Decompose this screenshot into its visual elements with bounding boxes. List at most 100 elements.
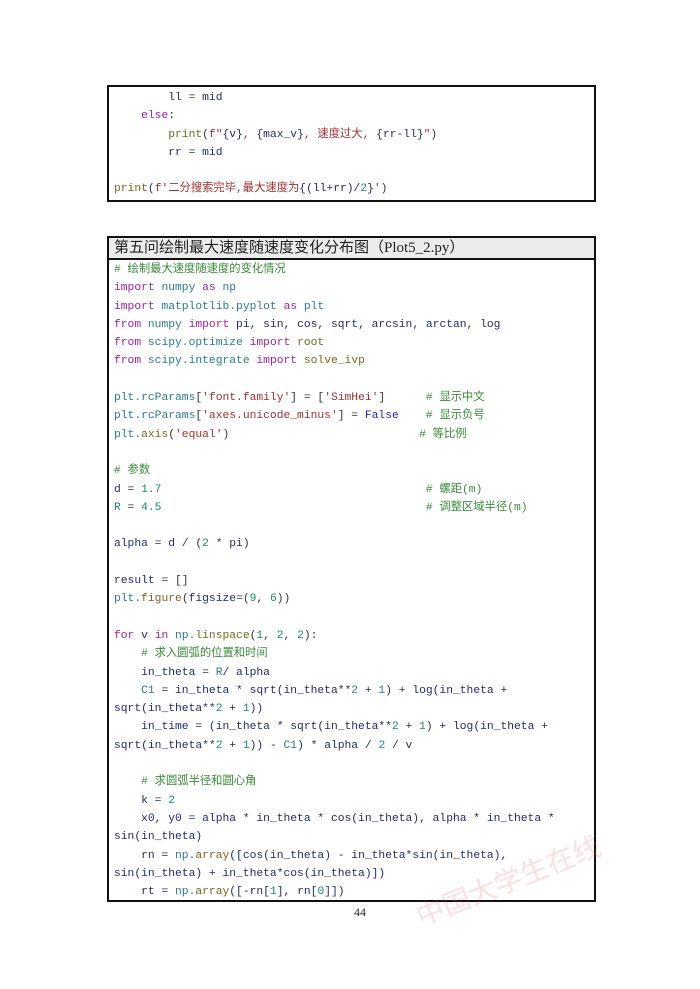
code-line: R = 4.5 # 调整区域半径(m)	[114, 499, 594, 517]
code-token: f'二分搜索完毕,最大速度为	[154, 183, 300, 196]
code-line: # 绘制最大速度随速度的变化情况	[114, 261, 594, 279]
code-line: x0, y0 = alpha * in_theta * cos(in_theta…	[114, 810, 594, 828]
code-token: ) * alpha /	[297, 739, 379, 752]
code-token: rn =	[141, 849, 176, 862]
code-token: )) -	[249, 739, 284, 752]
code-token: sqrt(in_theta**	[114, 739, 216, 752]
code-line: plt.figure(figsize=(9, 6))	[114, 590, 594, 608]
code-token: # 调整区域半径(m)	[425, 501, 528, 514]
code-token: ], rn[	[276, 886, 318, 899]
code-line: # 求入圆弧的位置和时间	[114, 645, 594, 663]
code-token: 6	[269, 593, 277, 606]
code-token: (	[181, 593, 189, 606]
code-token: import	[114, 282, 155, 295]
code-token: sin(in_theta) + in_theta*cos(in_theta)])	[114, 867, 386, 880]
code-token: figure	[141, 593, 182, 606]
code-token: scipy.integrate	[147, 355, 250, 368]
code-token: ] =	[337, 410, 365, 423]
code-token: ,	[263, 629, 277, 642]
code-line: plt.rcParams['font.family'] = ['SimHei']…	[114, 389, 594, 407]
code-token: axis	[141, 428, 169, 441]
code-token: plt.rcParams	[114, 392, 196, 405]
code-token: 2	[168, 794, 176, 807]
code-token: = in_theta * sqrt(in_theta**	[154, 684, 352, 697]
code-line: import matplotlib.pyplot as plt	[114, 298, 594, 316]
code-line: sqrt(in_theta**2 + 1)) - C1) * alpha / 2…	[114, 737, 594, 755]
code-token: mid	[202, 92, 223, 104]
code-token: # 绘制最大速度随速度的变化情况	[114, 264, 286, 276]
code-token: in_time = (in_theta * sqrt(in_theta**	[141, 721, 392, 734]
code-token: R	[114, 501, 121, 514]
code-line: from scipy.optimize import root	[114, 334, 594, 352]
code-token: # 求入圆弧的位置和时间	[141, 648, 268, 661]
code-token: 2	[391, 721, 399, 734]
code-token: print	[168, 128, 203, 141]
code-token: ] = [	[290, 392, 325, 405]
code-token: linspace	[195, 629, 250, 642]
document-page: ll = mid else: print(f"{v}, {max_v}, 速度过…	[0, 0, 700, 989]
code-block-plot5-2: 第五问绘制最大速度随速度变化分布图（Plot5_2.py） # 绘制最大速度随速…	[107, 236, 596, 902]
code-token: from	[114, 355, 142, 368]
code-token: rr	[168, 146, 182, 159]
code-token: rt =	[141, 886, 176, 899]
code-token: v	[134, 629, 155, 642]
code-token: d	[168, 538, 176, 551]
code-token: numpy	[147, 318, 182, 331]
code-token: f"	[208, 128, 223, 141]
code-token: =	[195, 666, 216, 679]
code-listing: # 绘制最大速度随速度的变化情况 import numpy as np import…	[109, 260, 594, 901]
code-line: # 参数	[114, 462, 594, 480]
code-block-title: 第五问绘制最大速度随速度变化分布图（Plot5_2.py）	[109, 238, 594, 260]
code-line: else:	[114, 107, 594, 125]
code-line: sqrt(in_theta**2 + 1))	[114, 700, 594, 718]
code-token: 1	[242, 703, 250, 716]
code-line: plt.axis('equal') # 等比例	[114, 426, 594, 444]
code-line: for v in np.linspace(1, 2, 2):	[114, 627, 594, 645]
code-line: import numpy as np	[114, 279, 594, 297]
code-token: mid	[202, 146, 223, 159]
code-token: 1	[242, 739, 250, 752]
code-token: (	[202, 128, 209, 141]
code-token: (	[147, 183, 155, 196]
code-token: import	[188, 318, 230, 331]
code-token: np.	[175, 849, 196, 862]
code-listing: ll = mid else: print(f"{v}, {max_v}, 速度过…	[109, 87, 594, 199]
code-token: ]	[378, 392, 426, 405]
code-token: )	[430, 128, 438, 141]
code-token: in	[154, 629, 169, 642]
code-token: )	[380, 183, 388, 196]
code-token: for	[114, 629, 135, 642]
code-token: # 显示负号	[425, 410, 485, 423]
code-line: from numpy import pi, sin, cos, sqrt, ar…	[114, 316, 594, 334]
code-token: print	[114, 183, 148, 196]
code-token: ,	[242, 128, 257, 141]
code-token: k =	[141, 794, 169, 807]
code-token: +	[222, 703, 243, 716]
code-line: ll = mid	[114, 89, 594, 107]
code-line: in_theta = R/ alpha	[114, 664, 594, 682]
code-token: {max_v}	[256, 128, 304, 141]
code-token: numpy	[161, 282, 196, 295]
code-token: / alpha	[222, 666, 270, 679]
code-line: C1 = in_theta * sqrt(in_theta**2 + 1) + …	[114, 682, 594, 700]
code-token: d	[114, 483, 121, 496]
code-token: )	[222, 428, 420, 441]
